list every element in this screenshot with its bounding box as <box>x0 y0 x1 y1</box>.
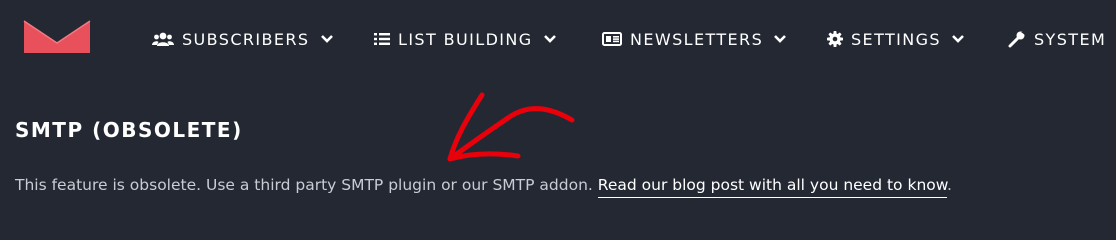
nav-item-newsletters[interactable]: NEWSLETTERS <box>602 27 787 51</box>
description: This feature is obsolete. Use a third pa… <box>15 176 952 198</box>
chevron-down-icon <box>543 35 556 43</box>
description-text: This feature is obsolete. Use a third pa… <box>15 176 593 194</box>
users-icon <box>152 32 174 46</box>
nav-item-subscribers[interactable]: SUBSCRIBERS <box>152 27 334 51</box>
newspaper-icon <box>602 32 622 46</box>
gear-icon <box>827 31 843 47</box>
annotation-arrow-icon <box>447 92 575 162</box>
chevron-down-icon <box>320 35 333 43</box>
nav-item-label: LIST BUILDING <box>398 29 533 49</box>
nav-item-label: SETTINGS <box>851 29 941 49</box>
blog-post-link[interactable]: Read our blog post with all you need to … <box>597 176 948 198</box>
page-title: SMTP (OBSOLETE) <box>15 118 243 142</box>
nav-item-system[interactable]: SYSTEM <box>1008 27 1106 51</box>
nav-item-settings[interactable]: SETTINGS <box>827 27 965 51</box>
top-navigation: SUBSCRIBERS LIST BUILDING NEWSLETTERS SE… <box>0 0 1116 78</box>
nav-item-label: NEWSLETTERS <box>630 29 764 49</box>
chevron-down-icon <box>774 35 787 43</box>
list-icon <box>374 33 390 45</box>
chevron-down-icon <box>952 35 964 43</box>
nav-item-label: SUBSCRIBERS <box>182 29 310 49</box>
envelope-logo-icon[interactable] <box>22 19 92 55</box>
nav-item-list-building[interactable]: LIST BUILDING <box>374 27 557 51</box>
trailing-period: . <box>947 176 952 194</box>
wrench-icon <box>1008 31 1025 48</box>
nav-item-label: SYSTEM <box>1034 29 1107 49</box>
